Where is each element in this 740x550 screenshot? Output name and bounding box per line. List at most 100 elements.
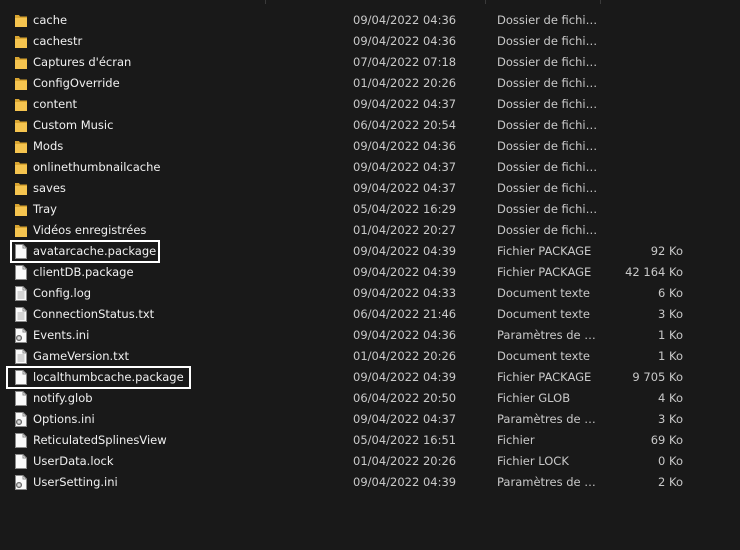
file-row[interactable]: Mods 09/04/2022 04:36 Dossier de fichiers — [0, 136, 740, 157]
file-type: Dossier de fichiers — [497, 160, 600, 174]
file-date-modified: 09/04/2022 04:37 — [353, 181, 457, 195]
file-name: Events.ini — [33, 328, 90, 342]
file-type: Paramètres de co... — [497, 328, 600, 342]
file-list: cache 09/04/2022 04:36 Dossier de fichiers… — [0, 10, 740, 493]
file-name: GameVersion.txt — [33, 349, 130, 363]
file-name: avatarcache.package — [33, 244, 157, 258]
file-name: Tray — [33, 202, 57, 216]
file-row[interactable]: content 09/04/2022 04:37 Dossier de fichie… — [0, 94, 740, 115]
file-row[interactable]: Options.ini 09/04/2022 04:37 Paramètres de… — [0, 409, 740, 430]
file-size: 92 Ko — [650, 244, 683, 258]
settings-file-icon — [15, 412, 27, 427]
file-name: cachestr — [33, 34, 83, 48]
file-date-modified: 01/04/2022 20:26 — [353, 454, 457, 468]
file-row[interactable]: Vidéos enregistrées 01/04/2022 20:27 Dossi… — [0, 220, 740, 241]
file-name: ReticulatedSplinesView — [33, 433, 167, 447]
file-date-modified: 09/04/2022 04:36 — [353, 13, 457, 27]
folder-icon — [15, 13, 27, 28]
folder-icon — [15, 34, 27, 49]
file-row[interactable]: localthumbcache.package 09/04/2022 04:39 F… — [0, 367, 740, 388]
file-size: 3 Ko — [658, 412, 683, 426]
file-type: Document texte — [497, 349, 591, 363]
file-date-modified: 01/04/2022 20:26 — [353, 76, 457, 90]
file-size: 42 164 Ko — [625, 265, 683, 279]
file-type: Dossier de fichiers — [497, 139, 600, 153]
file-date-modified: 01/04/2022 20:27 — [353, 223, 457, 237]
file-icon — [15, 433, 27, 448]
file-type: Dossier de fichiers — [497, 118, 600, 132]
file-date-modified: 01/04/2022 20:26 — [353, 349, 457, 363]
file-row[interactable]: Events.ini 09/04/2022 04:36 Paramètres de … — [0, 325, 740, 346]
file-name: ConnectionStatus.txt — [33, 307, 155, 321]
file-size: 6 Ko — [658, 286, 683, 300]
column-divider[interactable] — [600, 0, 601, 4]
file-row[interactable]: ConnectionStatus.txt 06/04/2022 21:46 Docu… — [0, 304, 740, 325]
file-date-modified: 09/04/2022 04:36 — [353, 139, 457, 153]
file-date-modified: 06/04/2022 20:54 — [353, 118, 457, 132]
file-size: 0 Ko — [658, 454, 683, 468]
file-row[interactable]: avatarcache.package 09/04/2022 04:39 Fichi… — [0, 241, 740, 262]
file-row[interactable]: Config.log 09/04/2022 04:33 Document texte… — [0, 283, 740, 304]
column-divider[interactable] — [485, 0, 486, 4]
file-type: Dossier de fichiers — [497, 202, 600, 216]
file-date-modified: 09/04/2022 04:37 — [353, 412, 457, 426]
folder-icon — [15, 97, 27, 112]
file-name: content — [33, 97, 78, 111]
file-name: Options.ini — [33, 412, 95, 426]
text-file-icon — [15, 349, 27, 364]
file-type: Dossier de fichiers — [497, 76, 600, 90]
file-type: Paramètres de co... — [497, 475, 600, 489]
file-type: Dossier de fichiers — [497, 13, 600, 27]
file-size: 1 Ko — [658, 349, 683, 363]
file-date-modified: 09/04/2022 04:39 — [353, 265, 457, 279]
file-row[interactable]: ReticulatedSplinesView 05/04/2022 16:51 Fi… — [0, 430, 740, 451]
folder-icon — [15, 181, 27, 196]
text-file-icon — [15, 286, 27, 301]
file-row[interactable]: Custom Music 06/04/2022 20:54 Dossier de f… — [0, 115, 740, 136]
file-date-modified: 09/04/2022 04:39 — [353, 475, 457, 489]
file-row[interactable]: saves 09/04/2022 04:37 Dossier de fichiers — [0, 178, 740, 199]
file-icon — [15, 244, 27, 259]
file-name: clientDB.package — [33, 265, 134, 279]
folder-icon — [15, 223, 27, 238]
file-date-modified: 05/04/2022 16:51 — [353, 433, 457, 447]
file-size: 1 Ko — [658, 328, 683, 342]
column-divider[interactable] — [265, 0, 266, 4]
file-row[interactable]: cachestr 09/04/2022 04:36 Dossier de fichi… — [0, 31, 740, 52]
file-row[interactable]: Captures d'écran 07/04/2022 07:18 Dossier … — [0, 52, 740, 73]
file-date-modified: 09/04/2022 04:39 — [353, 370, 457, 384]
file-type: Dossier de fichiers — [497, 97, 600, 111]
file-explorer-window: cache 09/04/2022 04:36 Dossier de fichiers… — [0, 0, 740, 550]
file-size: 4 Ko — [658, 391, 683, 405]
file-row[interactable]: cache 09/04/2022 04:36 Dossier de fichiers — [0, 10, 740, 31]
file-date-modified: 06/04/2022 21:46 — [353, 307, 457, 321]
file-row[interactable]: ConfigOverride 01/04/2022 20:26 Dossier de… — [0, 73, 740, 94]
file-size: 3 Ko — [658, 307, 683, 321]
file-name: Captures d'écran — [33, 55, 132, 69]
file-row[interactable]: GameVersion.txt 01/04/2022 20:26 Document … — [0, 346, 740, 367]
file-date-modified: 09/04/2022 04:33 — [353, 286, 457, 300]
file-name: UserSetting.ini — [33, 475, 118, 489]
settings-file-icon — [15, 475, 27, 490]
settings-file-icon — [15, 328, 27, 343]
file-type: Dossier de fichiers — [497, 223, 600, 237]
file-row[interactable]: Tray 05/04/2022 16:29 Dossier de fichiers — [0, 199, 740, 220]
file-date-modified: 07/04/2022 07:18 — [353, 55, 457, 69]
file-row[interactable]: notify.glob 06/04/2022 20:50 Fichier GLOB 4… — [0, 388, 740, 409]
file-icon — [15, 454, 27, 469]
file-row[interactable]: UserData.lock 01/04/2022 20:26 Fichier LOC… — [0, 451, 740, 472]
folder-icon — [15, 139, 27, 154]
file-icon — [15, 391, 27, 406]
file-name: localthumbcache.package — [33, 370, 184, 384]
file-row[interactable]: clientDB.package 09/04/2022 04:39 Fichier … — [0, 262, 740, 283]
file-date-modified: 09/04/2022 04:37 — [353, 97, 457, 111]
file-type: Fichier PACKAGE — [497, 370, 592, 384]
file-row[interactable]: onlinethumbnailcache 09/04/2022 04:37 Doss… — [0, 157, 740, 178]
file-date-modified: 09/04/2022 04:39 — [353, 244, 457, 258]
file-type: Paramètres de co... — [497, 412, 600, 426]
file-row[interactable]: UserSetting.ini 09/04/2022 04:39 Paramètre… — [0, 472, 740, 493]
file-date-modified: 05/04/2022 16:29 — [353, 202, 457, 216]
folder-icon — [15, 202, 27, 217]
file-type: Fichier — [497, 433, 535, 447]
file-icon — [15, 370, 27, 385]
